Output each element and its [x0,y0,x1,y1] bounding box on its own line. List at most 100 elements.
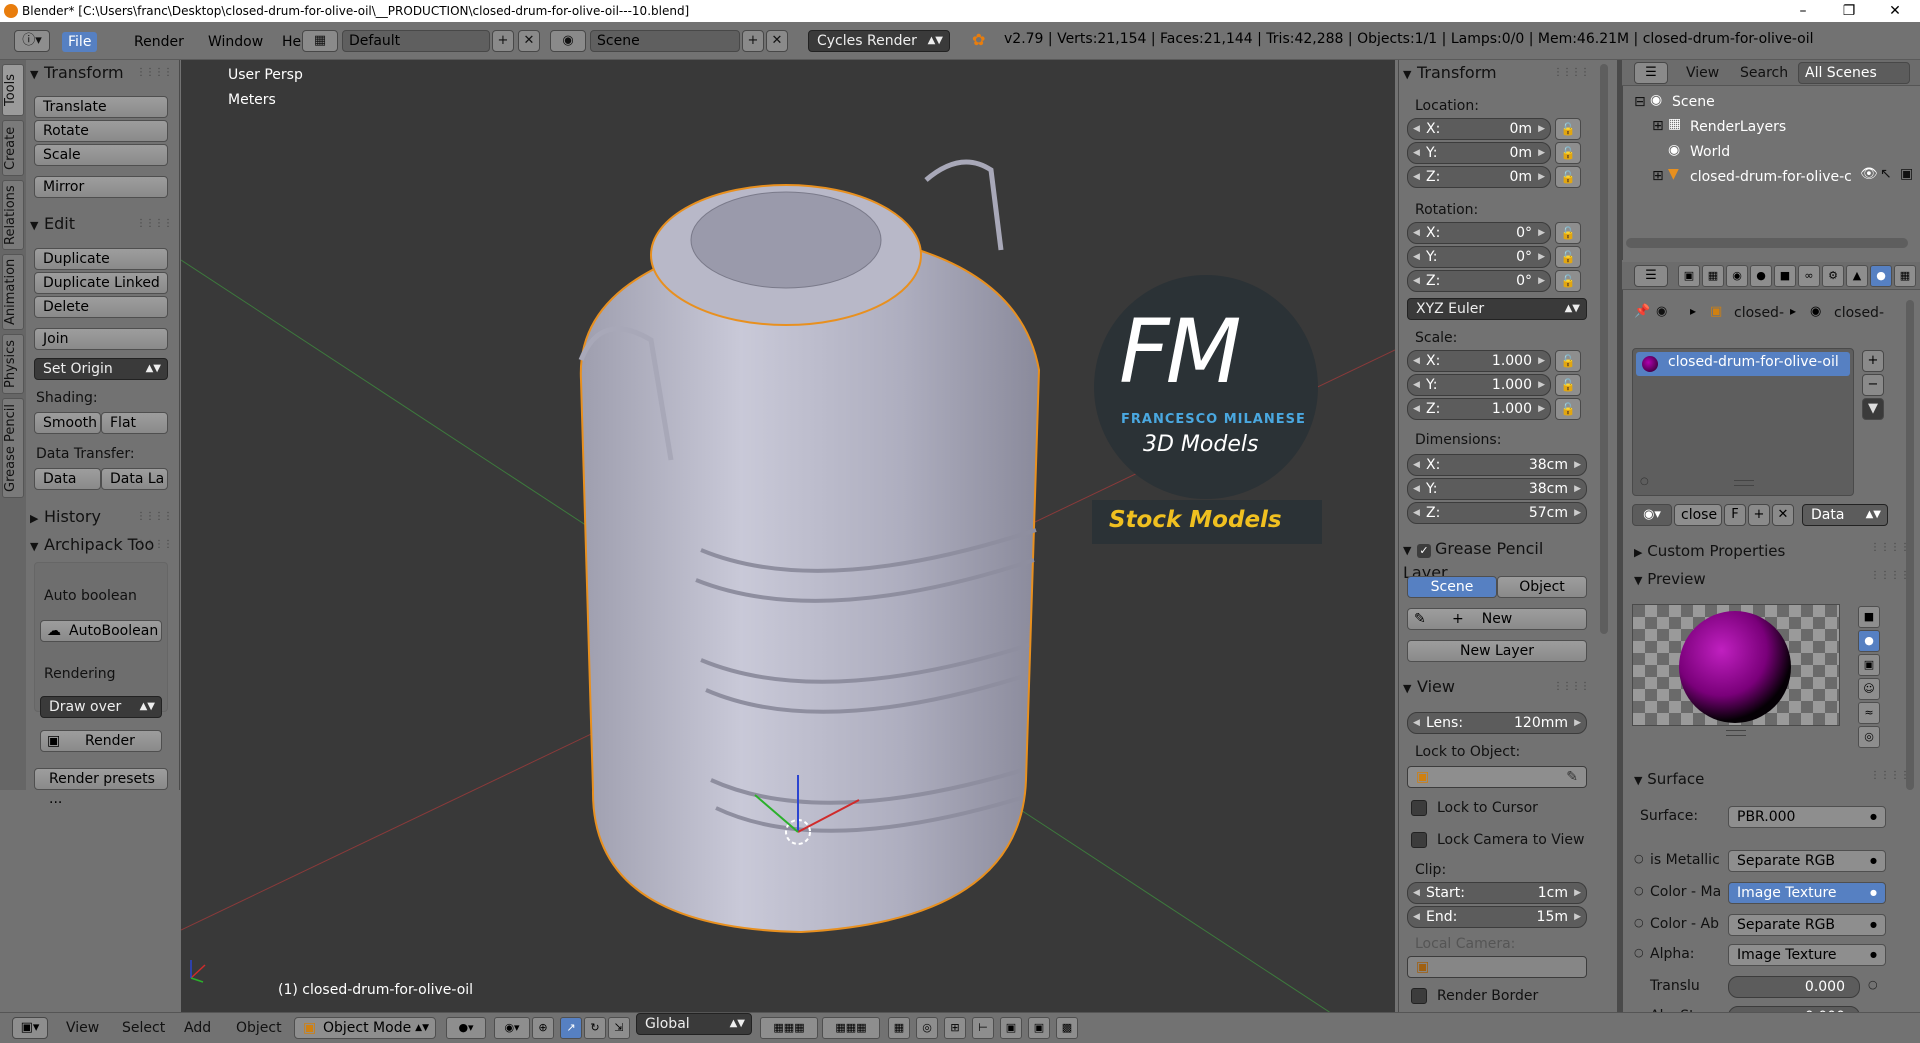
data-transfer-button[interactable]: Data [34,468,101,490]
scene-selector-icon[interactable]: ◉ [550,30,586,52]
menu-file[interactable]: File [62,32,98,52]
scene-layers-row2[interactable]: ▦▦▦ [822,1017,880,1039]
constraints-tab-icon[interactable]: ∞ [1798,265,1820,287]
render-preview-icon[interactable]: ▣ [1000,1017,1022,1039]
mirror-button[interactable]: Mirror [34,176,168,198]
lock-icon[interactable]: 🔓 [1555,350,1581,372]
location-y-field[interactable]: ◀ Y: 0m ▶ [1407,142,1551,164]
add-layout-icon[interactable]: + [492,30,514,52]
display-mode-dropdown[interactable]: All Scenes [1798,62,1910,84]
link-data-dropdown[interactable]: Data ▲▼ [1802,504,1888,526]
rotation-z-field[interactable]: ◀ Z: 0° ▶ [1407,270,1551,292]
material-slot-item[interactable]: closed-drum-for-olive-oil [1636,352,1850,376]
browse-material-icon[interactable]: ◉▾ [1632,504,1672,526]
snap-toggle-icon[interactable]: ⊞ [944,1017,966,1039]
translate-manipulator-icon[interactable]: ↗ [560,1017,582,1039]
menu-render[interactable]: Render [128,32,190,52]
location-z-field[interactable]: ◀ Z: 0m ▶ [1407,166,1551,188]
modifiers-tab-icon[interactable]: ⚙ [1822,265,1844,287]
add-scene-icon[interactable]: + [742,30,764,52]
material-specials-icon[interactable]: ▼ [1862,398,1884,420]
clip-end-field[interactable]: ◀ End: 15m ▶ [1407,906,1587,928]
screen-layout-icon[interactable]: ▦ [302,30,338,52]
lock-icon[interactable]: 🔓 [1555,166,1581,188]
cursor-select-icon[interactable]: ↖ [1880,166,1892,182]
lock-icon[interactable]: 🔓 [1555,270,1581,292]
texture-tab-icon[interactable]: ▦ [1894,265,1916,287]
material-name-field[interactable]: close [1674,504,1722,526]
tab-relations[interactable]: Relations [2,180,24,250]
list-filter-icon[interactable]: ○ [1640,476,1649,487]
list-resize-grip[interactable] [1734,480,1754,486]
manipulator-toggle-icon[interactable]: ⊕ [532,1017,554,1039]
expand-object-icon[interactable]: ⊞ [1652,168,1664,184]
new-material-icon[interactable]: + [1748,504,1770,526]
opengl-render-icon[interactable]: ▣ [1028,1017,1050,1039]
outliner-hscrollbar[interactable] [1626,238,1908,248]
surface-header[interactable]: ▼ Surface ⋮⋮⋮⋮ [1634,770,1914,788]
color-ab-input[interactable]: Separate RGB ● [1728,914,1886,936]
outliner-view-menu[interactable]: View [1686,62,1719,84]
outliner-editor-type-icon[interactable]: ☰ [1634,62,1668,84]
outliner-world[interactable]: World [1690,144,1730,160]
gp-scene-toggle[interactable]: Scene [1407,576,1497,598]
lock-icon[interactable]: 🔓 [1555,246,1581,268]
scale-z-field[interactable]: ◀ Z: 1.000 ▶ [1407,398,1551,420]
local-camera-field[interactable]: ▣ [1407,956,1587,978]
select-menu[interactable]: Select [122,1017,165,1039]
render-presets-button[interactable]: Render presets ... [34,768,168,807]
input-link-icon[interactable]: ○ [1868,978,1878,991]
outliner-scene[interactable]: Scene [1672,94,1715,110]
eye-icon[interactable]: 👁 [1860,166,1878,182]
tab-tools[interactable]: Tools [2,64,24,116]
expand-scene-icon[interactable]: ⊟ [1634,94,1646,110]
view-menu[interactable]: View [66,1017,99,1039]
gp-object-toggle[interactable]: Object [1497,576,1587,598]
delete-button[interactable]: Delete [34,296,168,318]
render-visibility-icon[interactable]: ▣ [1900,166,1913,182]
fake-user-toggle[interactable]: F [1724,504,1746,526]
color-ma-input[interactable]: Image Texture ● [1728,882,1886,904]
view-panel-header[interactable]: ▼ View ⋮⋮⋮⋮ [1403,676,1591,698]
renderlayer-tab-icon[interactable]: ▦ [1702,265,1724,287]
scale-button[interactable]: Scale [34,144,168,166]
scene-field[interactable]: Scene [590,30,740,52]
world-tab-icon[interactable]: ● [1750,265,1772,287]
rotation-y-field[interactable]: ◀ Y: 0° ▶ [1407,246,1551,268]
alpha-input[interactable]: Image Texture ● [1728,944,1886,966]
duplicate-button[interactable]: Duplicate [34,248,168,270]
data-layout-transfer-button[interactable]: Data La [101,468,168,490]
lock-camera-checkbox[interactable] [1411,832,1427,848]
layer-lock-icon[interactable]: ▦ [888,1017,910,1039]
gp-new-button[interactable]: ✎ + New [1407,608,1587,630]
scale-x-field[interactable]: ◀ X: 1.000 ▶ [1407,350,1551,372]
preview-cube-icon[interactable]: ▣ [1858,654,1880,676]
smooth-button[interactable]: Smooth [34,412,101,434]
history-panel-header[interactable]: ▶ History ⋮⋮⋮⋮ [30,506,174,528]
tab-physics[interactable]: Physics [2,334,24,394]
unlink-material-icon[interactable]: ✕ [1772,504,1794,526]
opengl-animation-icon[interactable]: ▩ [1056,1017,1078,1039]
input-link-icon[interactable]: ○ [1634,946,1644,959]
snap-element-icon[interactable]: ⊢ [972,1017,994,1039]
render-border-checkbox[interactable] [1411,988,1427,1004]
rotation-x-field[interactable]: ◀ X: 0° ▶ [1407,222,1551,244]
lens-field[interactable]: ◀ Lens: 120mm ▶ [1407,712,1587,734]
remove-layout-icon[interactable]: ✕ [518,30,540,52]
location-x-field[interactable]: ◀ X: 0m ▶ [1407,118,1551,140]
archipack-panel-header[interactable]: ▼ Archipack Too ⋮⋮⋮⋮ [30,534,174,556]
dimensions-x-field[interactable]: ◀ X: 38cm ▶ [1407,454,1587,476]
preview-resize-grip[interactable] [1726,730,1746,736]
set-origin-dropdown[interactable]: Set Origin ▲▼ [34,358,168,380]
tab-create[interactable]: Create [2,120,24,176]
scale-y-field[interactable]: ◀ Y: 1.000 ▶ [1407,374,1551,396]
join-button[interactable]: Join [34,328,168,350]
draw-over-dropdown[interactable]: Draw over ▲▼ [40,696,162,718]
clip-start-field[interactable]: ◀ Start: 1cm ▶ [1407,882,1587,904]
view3d-editor-type-icon[interactable]: ▣▾ [12,1017,48,1039]
properties-scrollbar[interactable] [1906,300,1914,790]
proportional-edit-icon[interactable]: ◎ [916,1017,938,1039]
minimize-button[interactable]: – [1780,0,1826,22]
dimensions-y-field[interactable]: ◀ Y: 38cm ▶ [1407,478,1587,500]
n-panel-scrollbar[interactable] [1600,64,1608,634]
